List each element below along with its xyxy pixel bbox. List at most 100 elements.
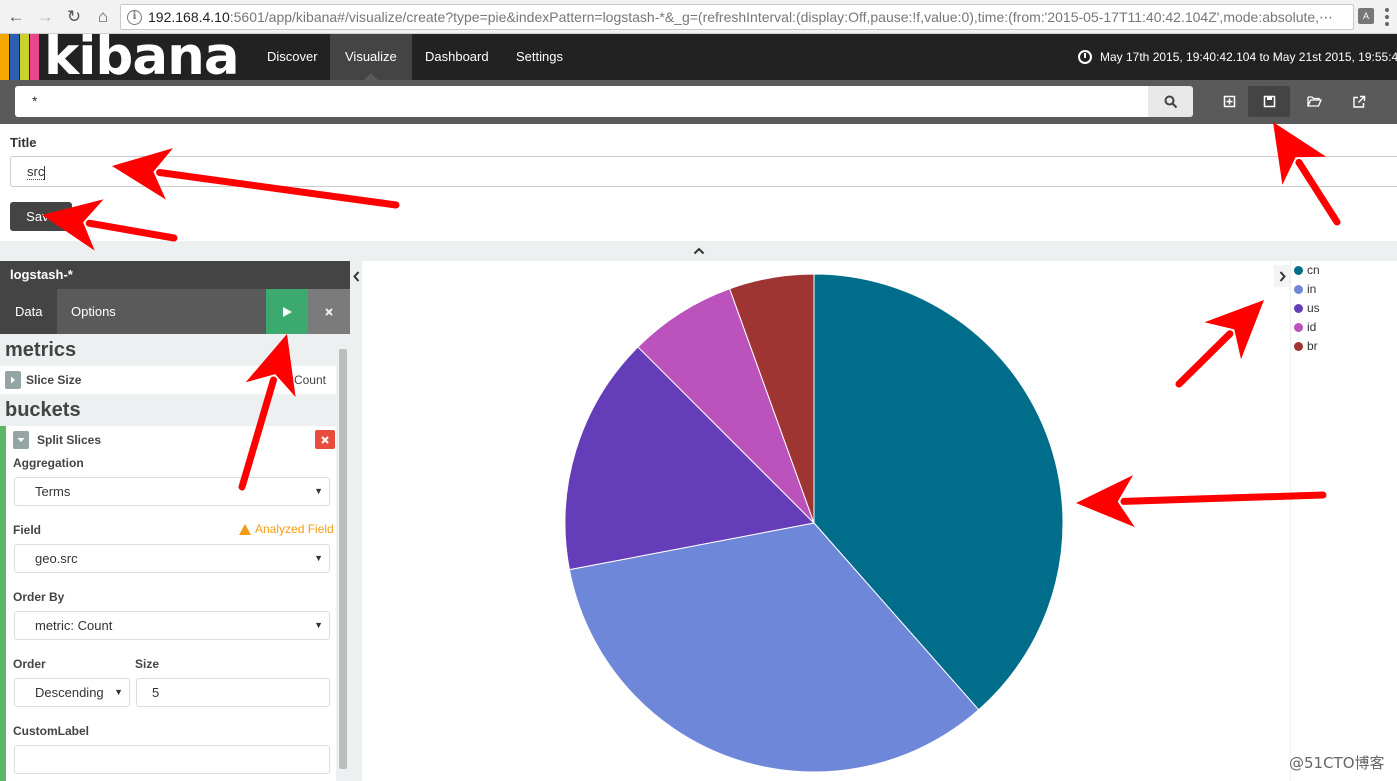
time-picker[interactable]: May 17th 2015, 19:40:42.104 to May 21st … (1078, 34, 1397, 80)
analyzed-field-text: Analyzed Field (255, 522, 334, 536)
save-visualization-button[interactable] (1248, 86, 1290, 117)
legend-label: us (1307, 301, 1320, 315)
legend-swatch (1294, 341, 1303, 351)
new-file-icon (1223, 95, 1235, 108)
aggregation-select[interactable]: Terms ▼ (14, 477, 330, 506)
share-visualization-button[interactable] (1338, 86, 1380, 117)
chevron-up-icon (693, 247, 704, 255)
expand-toggle[interactable] (5, 371, 21, 389)
chevron-down-icon: ▼ (314, 553, 323, 563)
chevron-down-icon: ▼ (314, 620, 323, 630)
legend-toggle-button[interactable] (1274, 265, 1290, 287)
discard-changes-button[interactable] (308, 289, 350, 334)
apply-changes-button[interactable] (266, 289, 308, 334)
save-icon (1263, 95, 1275, 108)
field-label: Field (13, 523, 42, 537)
close-icon (321, 435, 329, 444)
field-select[interactable]: geo.src ▼ (14, 544, 330, 573)
chevron-right-icon (1279, 270, 1286, 282)
logo-text: kibana (44, 26, 240, 87)
order-select[interactable]: Descending ▼ (14, 678, 130, 707)
clock-icon (1078, 50, 1092, 64)
aggregation-value: Terms (35, 484, 71, 499)
bucket-split-slices: Split Slices Aggregation Terms ▼ Field An… (0, 426, 336, 781)
new-visualization-button[interactable] (1208, 86, 1250, 117)
tab-dashboard[interactable]: Dashboard (410, 34, 504, 80)
legend-label: id (1307, 320, 1317, 334)
time-range-text: May 17th 2015, 19:40:42.104 to May 21st … (1100, 50, 1397, 64)
metric-type: Count (293, 373, 326, 387)
chevron-down-icon: ▼ (111, 679, 123, 706)
play-icon (282, 306, 292, 317)
chart-legend: cn in us id br (1290, 261, 1397, 781)
legend-label: cn (1307, 263, 1320, 277)
info-icon[interactable]: i (127, 9, 142, 25)
legend-label: br (1307, 339, 1318, 353)
legend-item-id[interactable]: id (1294, 319, 1316, 335)
search-bar: * (0, 80, 1397, 124)
title-label: Title (10, 135, 37, 150)
tab-settings[interactable]: Settings (501, 34, 578, 80)
metric-slice-size[interactable]: Slice Size Count (0, 366, 336, 394)
tab-visualize[interactable]: Visualize (330, 34, 412, 80)
legend-label: in (1307, 282, 1317, 296)
logo-stripe (20, 34, 29, 80)
metrics-heading: metrics (5, 339, 77, 361)
custom-label-label: CustomLabel (13, 724, 90, 738)
search-icon (1164, 95, 1177, 108)
order-label: Order (13, 657, 46, 671)
field-value: geo.src (35, 551, 78, 566)
aggregation-label: Aggregation (13, 456, 84, 470)
open-visualization-button[interactable] (1293, 86, 1335, 117)
title-input-value: src (27, 164, 45, 180)
translate-icon[interactable]: A (1358, 8, 1374, 24)
tab-data[interactable]: Data (0, 289, 58, 334)
chevron-left-icon (352, 270, 359, 282)
watermark: @51CTO博客 (1289, 754, 1385, 772)
size-input[interactable]: 5 (136, 678, 330, 707)
analyzed-field-warning: Analyzed Field (239, 522, 334, 536)
tab-discover[interactable]: Discover (252, 34, 333, 80)
vis-editor-sidebar: logstash-* Data Options metrics Slice Si… (0, 261, 350, 781)
collapse-sidebar-button[interactable] (350, 265, 362, 287)
order-by-select[interactable]: metric: Count ▼ (14, 611, 330, 640)
pie-chart (564, 273, 1064, 773)
order-value: Descending (35, 685, 104, 700)
logo-stripe (30, 34, 39, 80)
tab-options[interactable]: Options (56, 289, 131, 334)
collapse-panel-toggle[interactable] (0, 241, 1397, 261)
sidebar-collapse-gutter (350, 261, 362, 781)
warning-icon (239, 523, 251, 535)
metric-name: Slice Size (26, 373, 82, 387)
sidebar-scrollbar-thumb[interactable] (339, 349, 347, 769)
search-input[interactable]: * (15, 86, 1148, 117)
save-visualization-panel: Title src Save (0, 124, 1397, 241)
legend-swatch (1294, 284, 1303, 294)
custom-label-input[interactable] (14, 745, 330, 774)
legend-swatch (1294, 303, 1303, 313)
url-host: 192.168.4.10 (148, 9, 230, 25)
address-bar[interactable]: i 192.168.4.10:5601/app/kibana#/visualiz… (120, 4, 1354, 30)
collapse-toggle[interactable] (13, 431, 29, 449)
back-icon[interactable]: ← (3, 4, 29, 30)
legend-swatch (1294, 265, 1303, 275)
logo-stripe (10, 34, 19, 80)
kibana-logo[interactable]: kibana (0, 28, 240, 86)
legend-item-in[interactable]: in (1294, 281, 1316, 297)
browser-menu-icon[interactable] (1382, 8, 1392, 26)
caret-down-icon (17, 438, 25, 442)
legend-swatch (1294, 322, 1303, 332)
logo-stripe (0, 34, 9, 80)
legend-item-us[interactable]: us (1294, 300, 1320, 316)
title-input[interactable]: src (10, 156, 1397, 187)
kibana-navbar: kibana Discover Visualize Dashboard Sett… (0, 28, 1397, 86)
legend-item-br[interactable]: br (1294, 338, 1318, 354)
search-button[interactable] (1148, 86, 1193, 117)
legend-item-cn[interactable]: cn (1294, 262, 1320, 278)
order-by-value: metric: Count (35, 618, 113, 633)
remove-bucket-button[interactable] (315, 430, 335, 449)
chevron-down-icon: ▼ (314, 486, 323, 496)
visualization-canvas: cn in us id br (350, 261, 1397, 781)
text-caret (44, 165, 46, 180)
save-button[interactable]: Save (10, 202, 72, 231)
